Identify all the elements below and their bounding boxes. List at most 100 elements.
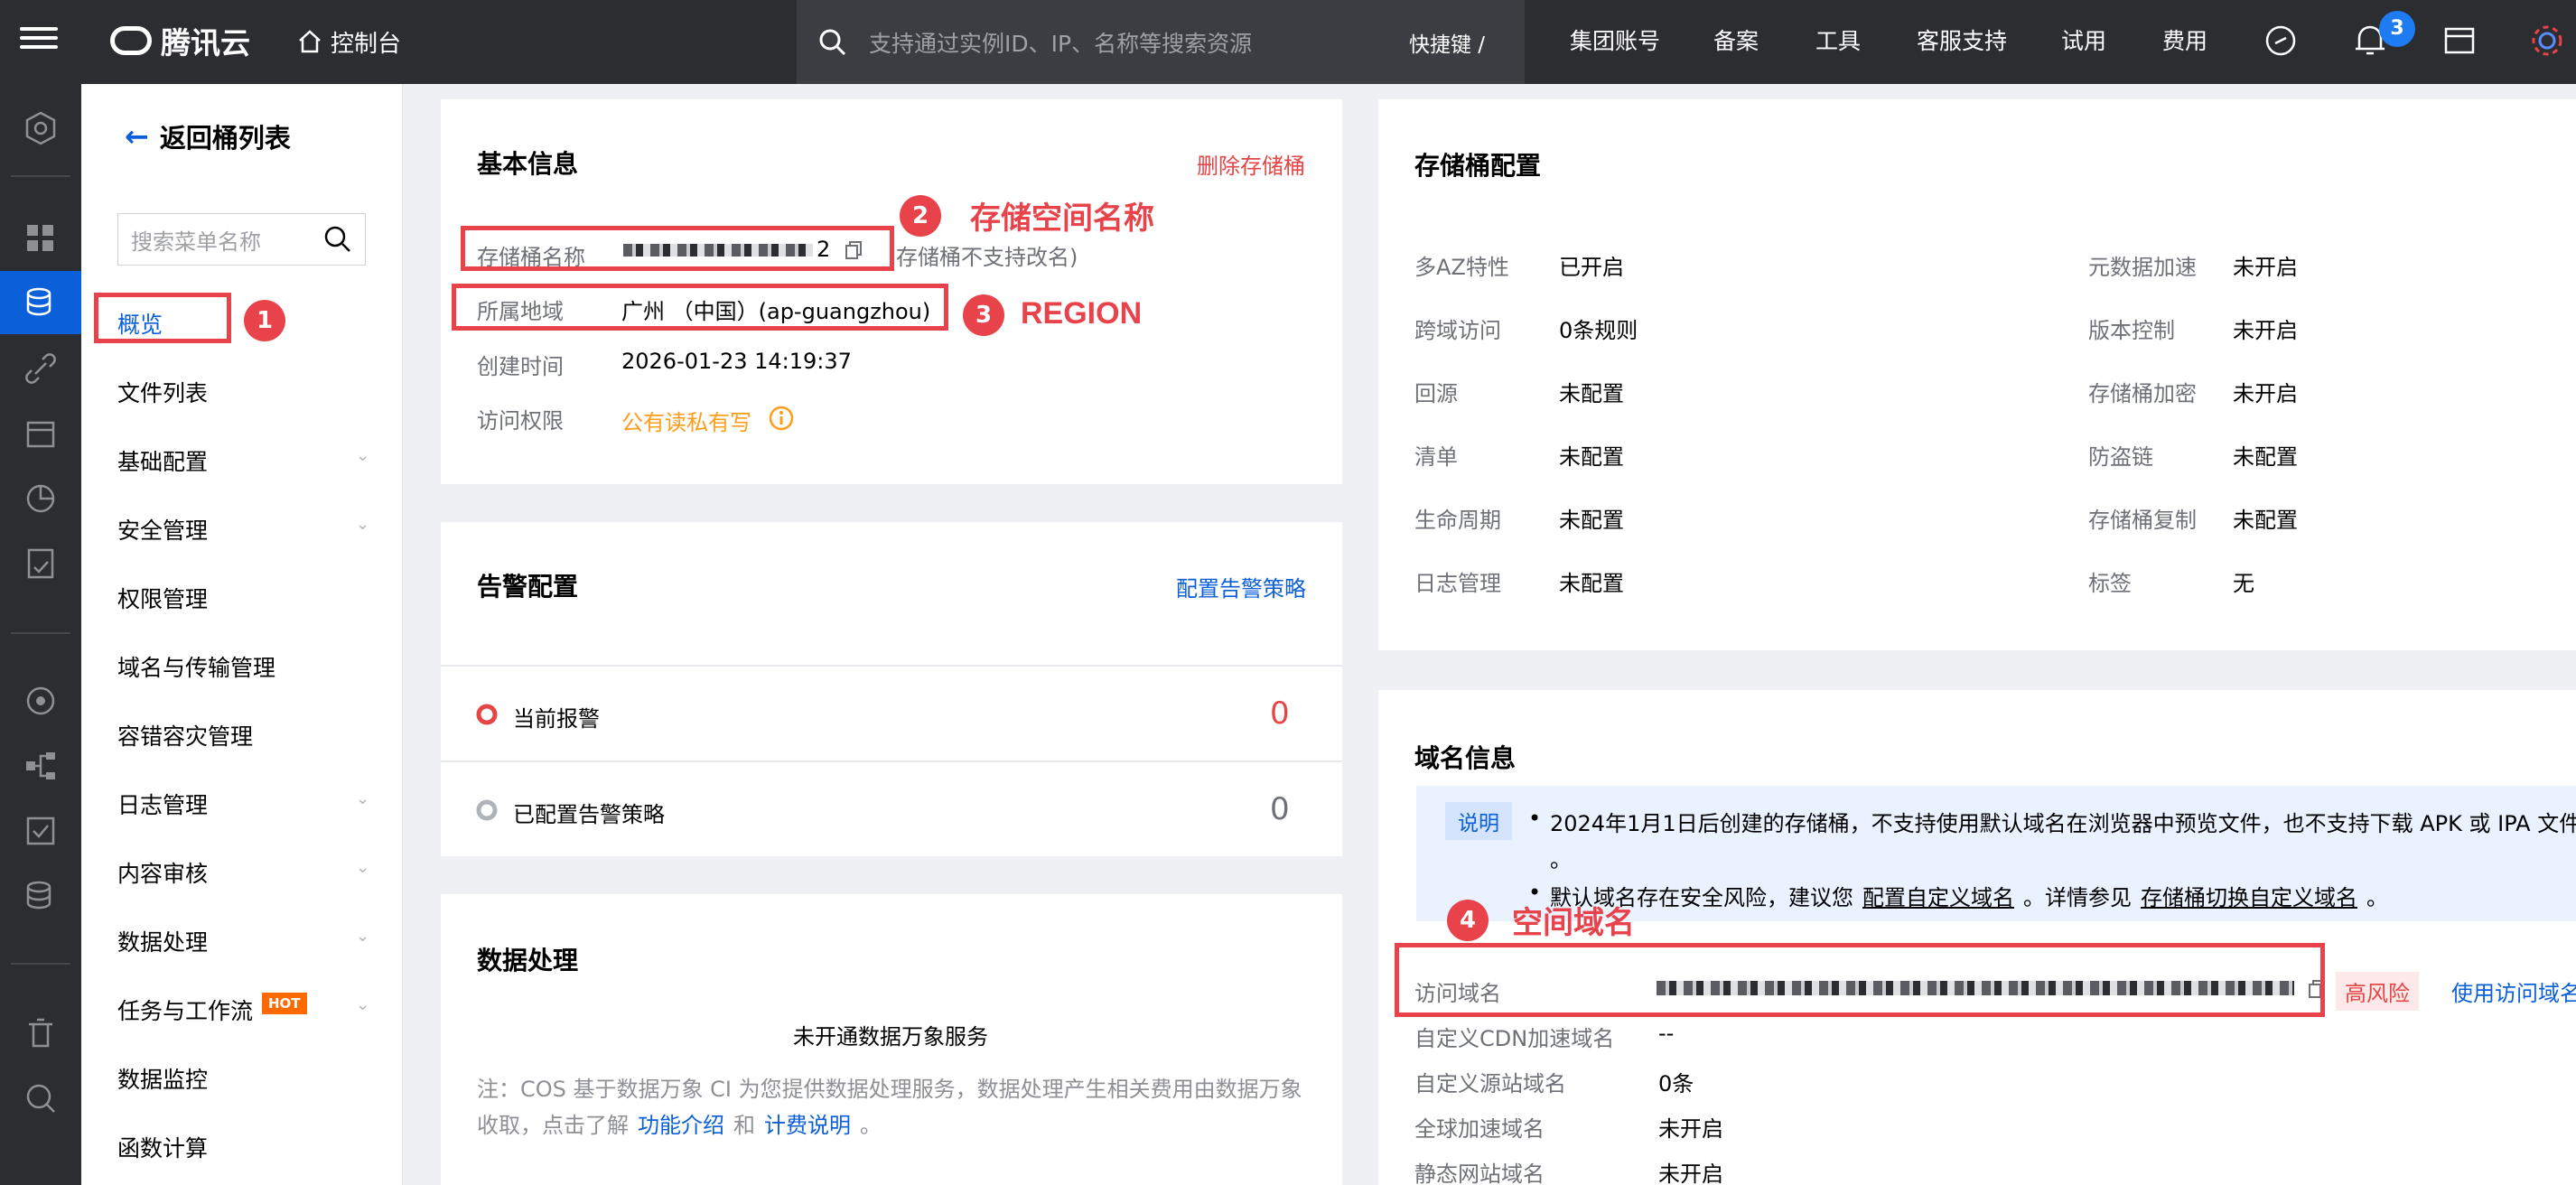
notice-line-1-cont: 。 (1550, 847, 1572, 872)
delete-bucket-link[interactable]: 删除存储桶 (1197, 148, 1305, 180)
back-to-bucket-list[interactable]: ← 返回桶列表 (125, 117, 291, 155)
back-label: 返回桶列表 (159, 123, 291, 154)
storage-icon (26, 287, 51, 316)
billing-link[interactable]: 计费说明 (764, 1107, 851, 1139)
brand-name: 腾讯云 (161, 25, 250, 61)
sidebar-item-data-processing[interactable]: 数据处理 (117, 925, 208, 957)
settings-icon[interactable] (2442, 23, 2478, 58)
nav-support[interactable]: 客服支持 (1917, 23, 2007, 56)
annotation-box-overview (94, 293, 231, 343)
sidebar-item-permissions[interactable]: 权限管理 (117, 582, 208, 614)
brand-logo[interactable]: 腾讯云 (110, 18, 250, 63)
global-search[interactable]: 支持通过实例ID、IP、名称等搜索资源 快捷键 / (797, 0, 1525, 84)
config-label: 跨域访问 (1414, 318, 1501, 343)
config-label: 存储桶加密 (2088, 381, 2197, 406)
sidebar-item-content-review[interactable]: 内容审核 (117, 856, 208, 889)
created-label: 创建时间 (477, 354, 564, 379)
sidebar-item-domains[interactable]: 域名与传输管理 (117, 650, 275, 683)
dashboard-icon[interactable] (23, 220, 59, 257)
sidebar-item-monitoring[interactable]: 数据监控 (117, 1062, 208, 1095)
acl-value: 公有读私有写 (621, 410, 751, 435)
link-chain-icon[interactable] (23, 350, 59, 387)
data-processing-status: 未开通数据万象服务 (793, 1024, 988, 1050)
info-icon[interactable] (768, 405, 795, 432)
divider (441, 760, 1342, 762)
sidebar-item-tasks[interactable]: 任务与工作流 (117, 994, 253, 1026)
console-link[interactable]: 控制台 (296, 20, 401, 63)
basic-info-title: 基本信息 (477, 149, 579, 179)
console-label: 控制台 (331, 30, 402, 58)
high-risk-badge: 高风险 (2336, 972, 2419, 1011)
menu-search-placeholder: 搜索菜单名称 (131, 229, 261, 255)
link-icon[interactable] (2263, 23, 2298, 58)
config-label: 清单 (1414, 444, 1458, 470)
config-label: 日志管理 (1414, 571, 1501, 596)
created-value: 2026-01-23 14:19:37 (621, 349, 852, 374)
flow-icon[interactable] (23, 748, 59, 784)
cdn-domain-label: 自定义CDN加速域名 (1414, 1026, 1615, 1051)
search-placeholder: 支持通过实例ID、IP、名称等搜索资源 (869, 30, 1253, 57)
static-site-label: 静态网站域名 (1414, 1162, 1545, 1185)
search-icon (324, 226, 350, 252)
nav-trial[interactable]: 试用 (2061, 23, 2106, 56)
alarm-active-dot-icon (476, 704, 498, 725)
config-label: 多AZ特性 (1414, 255, 1509, 280)
annotation-text-domain: 空间域名 (1512, 905, 1635, 941)
intro-link[interactable]: 功能介绍 (638, 1107, 724, 1139)
sidebar-item-security[interactable]: 安全管理 (117, 513, 208, 546)
sidebar-item-files[interactable]: 文件列表 (117, 376, 208, 408)
alarm-title: 告警配置 (477, 572, 579, 602)
config-value: 未开启 (2233, 381, 2298, 406)
menu-icon[interactable] (20, 22, 58, 60)
notice-line-2: 默认域名存在安全风险，建议您 配置自定义域名 。详情参见 存储桶切换自定义域名 … (1550, 880, 2388, 911)
sidebar-item-disaster-recovery[interactable]: 容错容灾管理 (117, 719, 253, 751)
sidebar-item-logs[interactable]: 日志管理 (117, 788, 208, 820)
chevron-down-icon: ⌄ (356, 858, 370, 877)
notice-line-1: 2024年1月1日后创建的存储桶，不支持使用默认域名在浏览器中预览文件，也不支持… (1550, 811, 2576, 836)
sidebar-item-functions[interactable]: 函数计算 (117, 1131, 208, 1163)
report-icon[interactable] (23, 546, 59, 582)
chevron-down-icon: ⌄ (356, 446, 370, 465)
chevron-down-icon: ⌄ (356, 995, 370, 1014)
switch-custom-domain-link[interactable]: 存储桶切换自定义域名 (2141, 880, 2357, 911)
config-value: 未配置 (2233, 444, 2298, 470)
monitor-icon[interactable] (23, 683, 59, 719)
nav-tools[interactable]: 工具 (1815, 23, 1861, 56)
nav-filing[interactable]: 备案 (1713, 23, 1759, 56)
acl-label: 访问权限 (477, 408, 564, 434)
trash-icon[interactable] (23, 1015, 59, 1051)
config-value: 未配置 (1559, 381, 1624, 406)
note-and: 和 (733, 1113, 755, 1138)
nav-group-account[interactable]: 集团账号 (1570, 23, 1660, 56)
configure-alarm-link[interactable]: 配置告警策略 (1176, 571, 1306, 602)
search-icon (819, 29, 846, 55)
data-processing-title: 数据处理 (477, 946, 579, 975)
config-label: 存储桶复制 (2088, 508, 2197, 533)
annotation-text-bucket-name: 存储空间名称 (970, 201, 1154, 237)
gear-icon[interactable] (2529, 22, 2565, 60)
calendar-icon[interactable] (23, 415, 59, 452)
config-label: 元数据加速 (2088, 255, 2197, 280)
configured-policy-count[interactable]: 0 (1270, 791, 1290, 827)
hot-badge: HOT (262, 993, 307, 1014)
nav-billing[interactable]: 费用 (2162, 23, 2207, 56)
search-doc-icon[interactable] (23, 1080, 59, 1116)
annotation-box-bucket-name (461, 226, 894, 271)
configure-custom-domain-link[interactable]: 配置自定义域名 (1862, 880, 2014, 911)
config-value: 未开启 (2233, 318, 2298, 343)
config-value: 未开启 (2233, 255, 2298, 280)
notification-badge: 3 (2379, 11, 2415, 47)
use-access-domain-link[interactable]: 使用访问域名 (2451, 975, 2576, 1007)
current-alarm-count[interactable]: 0 (1270, 695, 1290, 732)
pie-icon[interactable] (23, 481, 59, 517)
annotation-box-region (452, 284, 948, 331)
arrow-left-icon: ← (125, 119, 149, 154)
data-processing-note-line2: 收取，点击了解 功能介绍 和 计费说明 。 (477, 1107, 882, 1139)
checklist-icon[interactable] (23, 813, 59, 849)
database-icon[interactable] (23, 878, 59, 914)
sidebar-item-basic-config[interactable]: 基础配置 (117, 444, 208, 477)
config-label: 防盗链 (2088, 444, 2153, 470)
chevron-down-icon: ⌄ (356, 515, 370, 534)
menu-search-input[interactable]: 搜索菜单名称 (117, 213, 366, 266)
cube-icon[interactable] (23, 110, 59, 146)
